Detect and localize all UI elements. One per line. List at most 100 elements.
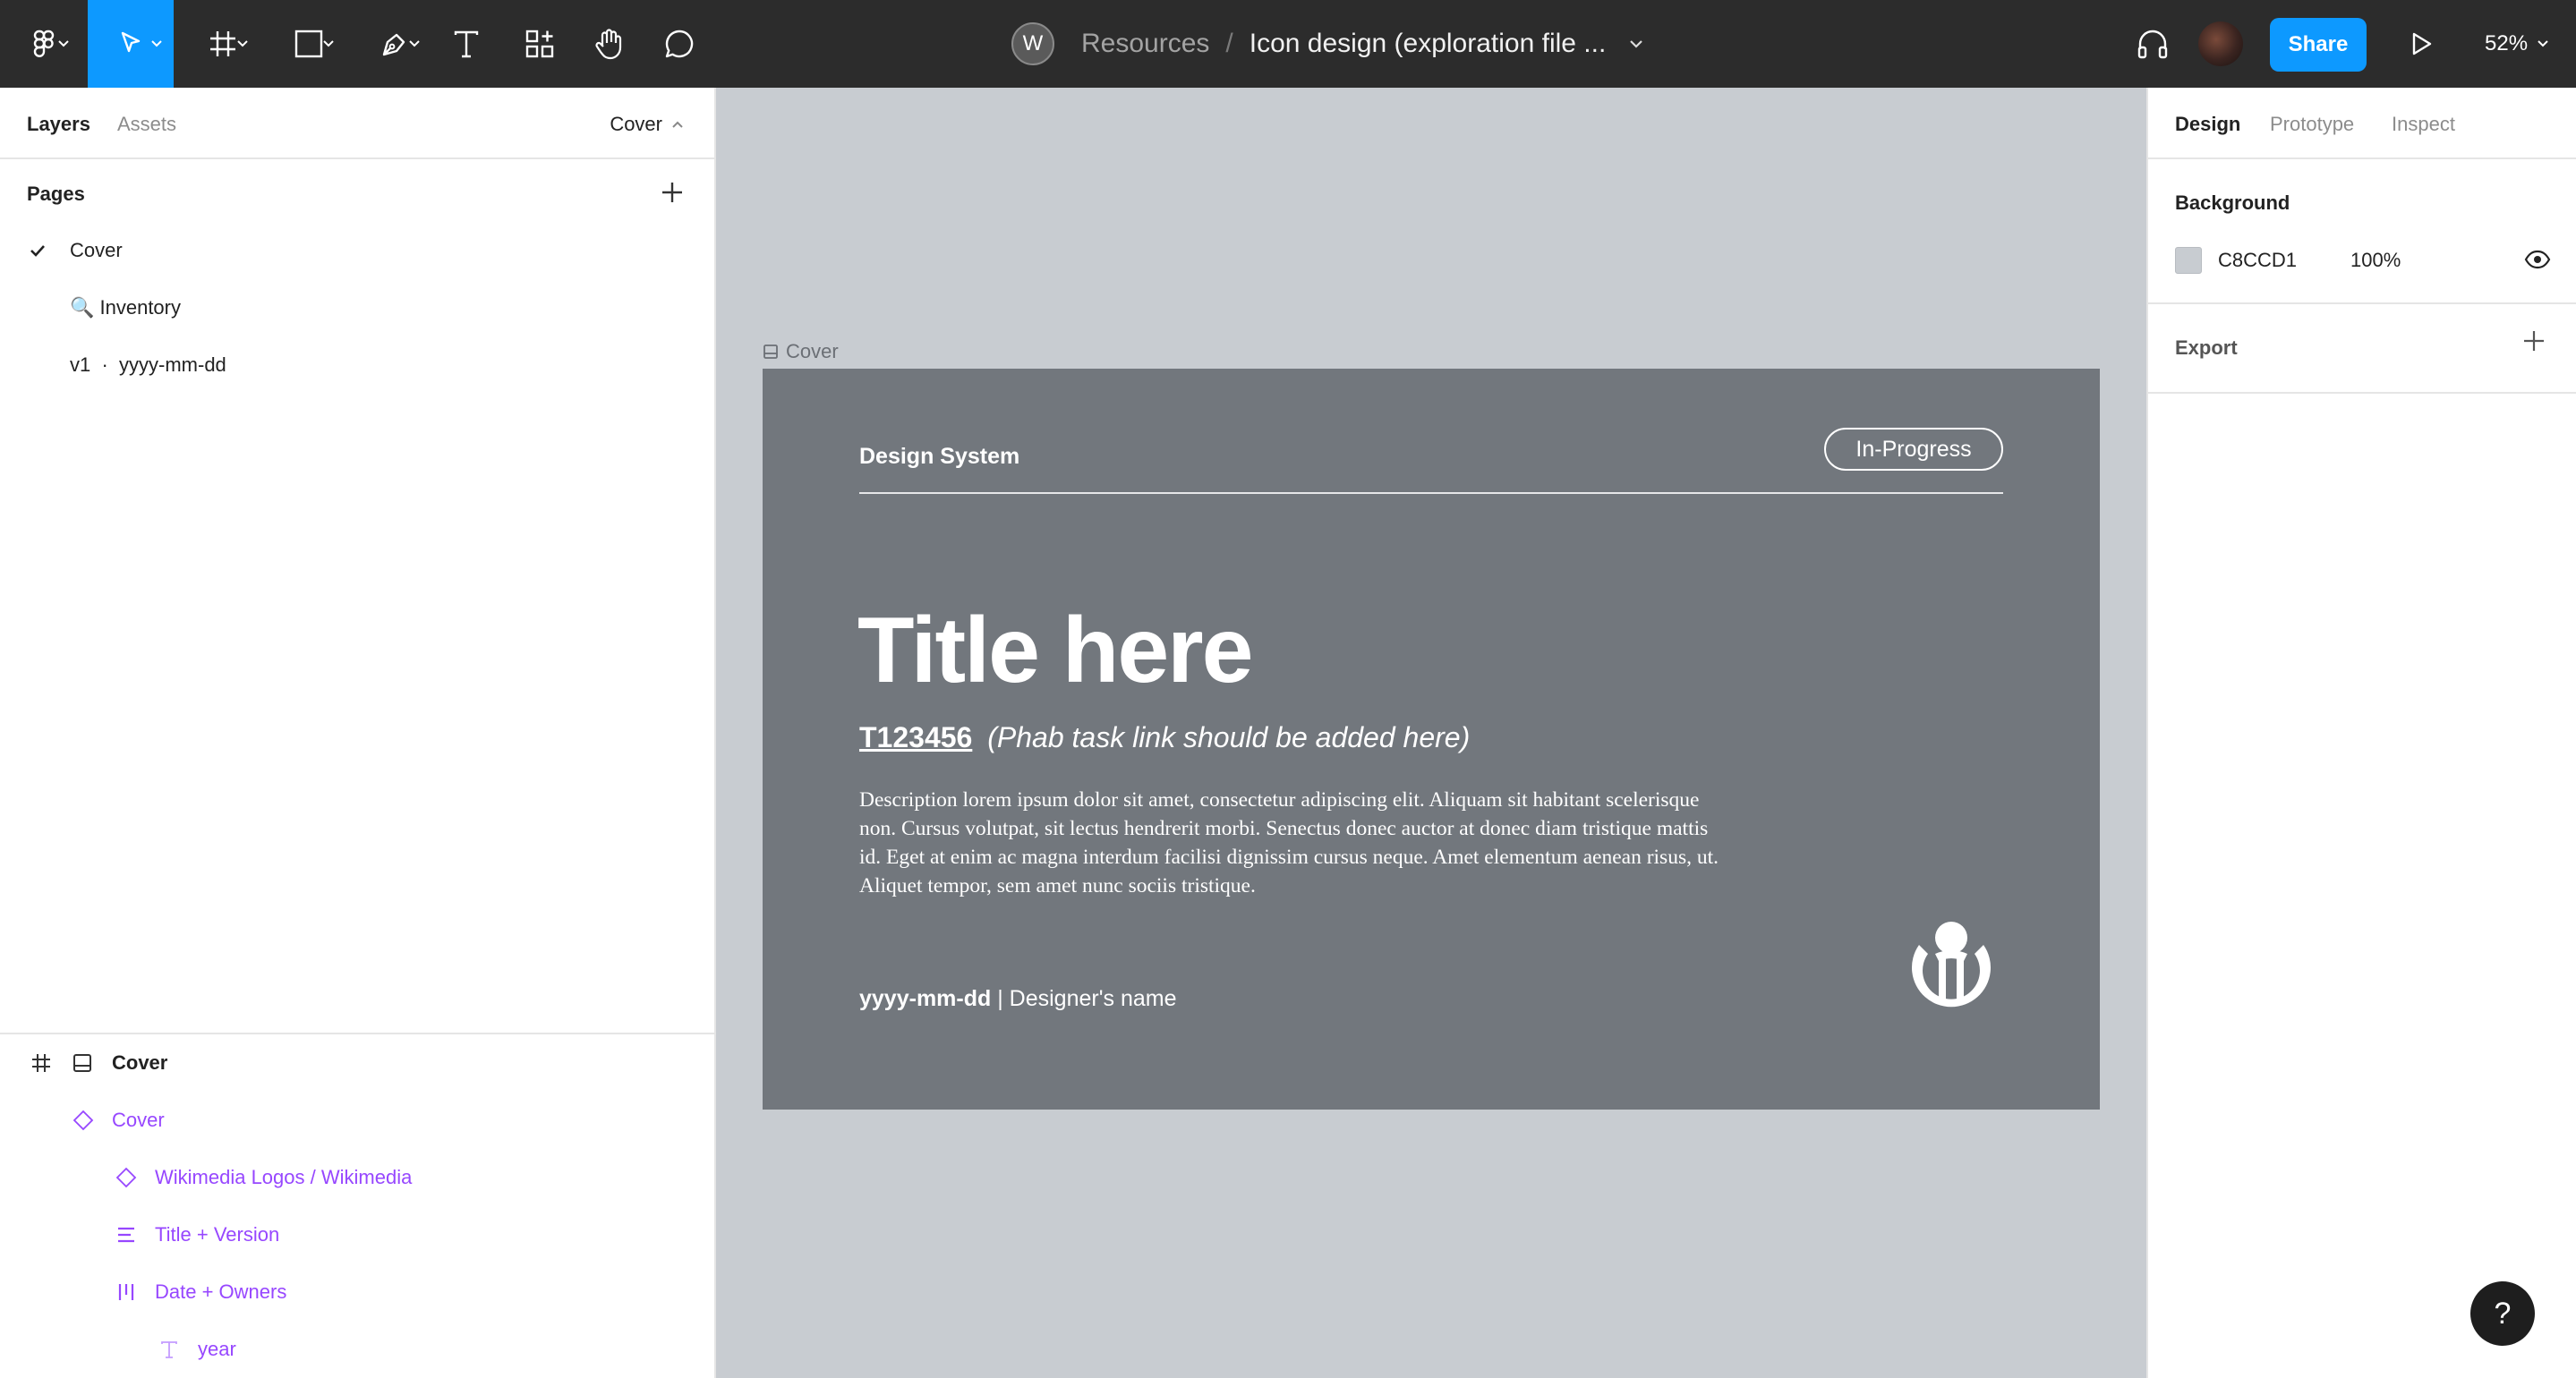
layer-row[interactable]: Cover (0, 1093, 714, 1147)
background-swatch[interactable] (2175, 247, 2202, 274)
eye-icon[interactable] (2524, 249, 2551, 270)
cover-description: Description lorem ipsum dolor sit amet, … (859, 788, 1719, 897)
pen-tool-icon (382, 33, 405, 56)
layer-label: Date + Owners (155, 1280, 287, 1303)
date-divider: | (997, 986, 1003, 1011)
autolayout-horizontal-icon (116, 1282, 136, 1302)
header-divider (859, 492, 2003, 494)
checkmark-icon (30, 245, 45, 257)
page-item-cover[interactable]: Cover (0, 224, 714, 277)
wikimedia-logo-icon (1912, 922, 1991, 1008)
export-heading[interactable]: Export (2175, 336, 2238, 360)
resources-button[interactable] (519, 0, 560, 88)
layer-row[interactable]: year (0, 1323, 714, 1376)
page-item-inventory[interactable]: 🔍 Inventory (0, 281, 714, 335)
layer-label: year (198, 1338, 236, 1360)
section-divider (2148, 302, 2576, 304)
chevron-down-icon (409, 40, 420, 47)
chevron-down-icon (151, 40, 162, 47)
layer-label: Cover (112, 1051, 168, 1074)
tab-layers[interactable]: Layers (27, 113, 90, 136)
chevron-down-icon (2538, 40, 2548, 47)
frame-tool-icon (210, 31, 235, 56)
page-frame-icon (763, 344, 778, 359)
chevron-down-icon (58, 40, 69, 47)
background-heading: Background (2175, 191, 2290, 214)
task-line: T123456 (Phab task link should be added … (859, 721, 1470, 754)
page-frame-icon (72, 1052, 93, 1074)
pages-heading: Pages (27, 183, 85, 205)
pen-tool-button[interactable] (363, 0, 426, 88)
hand-tool-button[interactable] (589, 0, 630, 88)
layer-label: Cover (112, 1109, 165, 1131)
comment-button[interactable] (659, 0, 700, 88)
add-export-icon[interactable] (2522, 329, 2546, 353)
add-page-icon[interactable] (661, 181, 684, 204)
autolayout-vertical-icon (116, 1225, 136, 1245)
frame-label-text: Cover (786, 340, 839, 362)
left-panel: Layers Assets Cover Pages Cover 🔍 Invent… (0, 88, 716, 1378)
zoom-menu[interactable]: 52% (2485, 0, 2549, 88)
designer-name: Designer's name (1009, 986, 1177, 1011)
shape-tool-button[interactable] (277, 0, 340, 88)
user-avatar[interactable] (2198, 21, 2243, 66)
layer-row[interactable]: Date + Owners (0, 1265, 714, 1319)
figma-menu-icon[interactable] (16, 0, 73, 88)
tab-prototype[interactable]: Prototype (2270, 113, 2354, 136)
layers-divider (0, 1033, 714, 1034)
shape-tool-icon (294, 30, 323, 58)
tab-inspect[interactable]: Inspect (2392, 113, 2455, 136)
move-tool-button[interactable] (88, 0, 174, 88)
instance-icon (115, 1166, 138, 1189)
team-avatar[interactable]: W (1011, 22, 1054, 65)
layer-label: Title + Version (155, 1223, 280, 1246)
frame-label[interactable]: Cover (763, 340, 839, 363)
present-button[interactable] (2401, 0, 2442, 88)
section-divider (2148, 392, 2576, 394)
date-value: yyyy-mm-dd (859, 986, 992, 1011)
frame-icon (30, 1052, 52, 1074)
status-badge: In-Progress (1824, 428, 2003, 471)
project-name[interactable]: Resources (1081, 29, 1209, 59)
tab-design[interactable]: Design (2175, 113, 2240, 136)
current-page-picker[interactable]: Cover (610, 113, 684, 136)
task-link[interactable]: T123456 (859, 721, 972, 753)
move-tool-icon (121, 31, 141, 53)
hand-tool-icon (595, 29, 622, 60)
frame-tool-button[interactable] (192, 0, 254, 88)
background-hex-input[interactable]: C8CCD1 (2218, 249, 2297, 272)
right-panel-tabs: Design Prototype Inspect (2148, 88, 2576, 159)
play-icon (2412, 32, 2432, 55)
left-panel-tabs: Layers Assets Cover (0, 88, 714, 159)
text-tool-button[interactable] (446, 0, 487, 88)
layer-row[interactable]: Cover (0, 1036, 714, 1090)
toolbar: W Resources / Icon design (exploration f… (0, 0, 2576, 88)
headphones-icon (2137, 30, 2168, 59)
zoom-level: 52% (2485, 31, 2529, 55)
share-button[interactable]: Share (2270, 18, 2367, 72)
cover-frame[interactable]: Design System In-Progress Title here T12… (763, 369, 2100, 1110)
chevron-down-icon[interactable] (1629, 39, 1643, 48)
text-layer-icon (159, 1340, 179, 1359)
design-system-label: Design System (859, 444, 1020, 469)
help-button[interactable]: ? (2470, 1281, 2535, 1346)
background-opacity-input[interactable]: 100% (2350, 249, 2401, 272)
text-tool-icon (454, 30, 479, 58)
breadcrumb-separator: / (1225, 29, 1233, 58)
breadcrumb: W Resources / Icon design (exploration f… (1011, 0, 1643, 88)
layer-row[interactable]: Wikimedia Logos / Wikimedia (0, 1151, 714, 1204)
date-owners: yyyy-mm-dd | Designer's name (859, 986, 1176, 1012)
file-name[interactable]: Icon design (exploration file ... (1250, 29, 1607, 59)
layer-label: Wikimedia Logos / Wikimedia (155, 1166, 413, 1188)
page-label: 🔍 Inventory (70, 296, 181, 319)
comment-icon (665, 30, 694, 58)
component-icon (72, 1109, 95, 1132)
page-item-v1[interactable]: v1 · yyyy-mm-dd (0, 338, 714, 392)
layer-row[interactable]: Title + Version (0, 1208, 714, 1262)
tab-assets[interactable]: Assets (117, 113, 176, 136)
audio-button[interactable] (2130, 0, 2175, 88)
chevron-up-icon (672, 121, 683, 128)
current-page-label: Cover (610, 113, 662, 135)
chevron-down-icon (323, 40, 334, 47)
chevron-down-icon (237, 40, 248, 47)
